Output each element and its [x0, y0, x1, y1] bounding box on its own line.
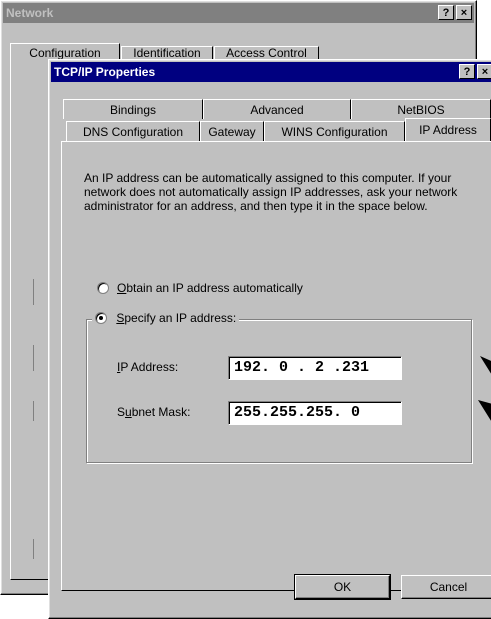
network-panel-edge — [33, 345, 36, 371]
specify-ip-caption: Specify an IP address: — [92, 311, 240, 325]
network-panel-edge — [33, 401, 36, 421]
tab-dns-configuration[interactable]: DNS Configuration — [66, 121, 200, 141]
specify-ip-radio[interactable] — [95, 311, 107, 324]
tcpip-titlebar: TCP/IP Properties ? × — [51, 62, 491, 82]
tab-netbios[interactable]: NetBIOS — [351, 99, 491, 119]
network-tab-panel — [10, 65, 50, 580]
tcpip-title: TCP/IP Properties — [54, 65, 156, 79]
ip-address-pointer-arrow-icon — [480, 356, 491, 374]
radio-dot-icon — [99, 315, 103, 320]
tab-ip-address[interactable]: IP Address — [405, 118, 491, 141]
specify-ip-groupbox — [86, 319, 472, 463]
ok-button[interactable]: OK — [294, 574, 391, 600]
ip-address-panel: An IP address can be automatically assig… — [61, 141, 491, 591]
obtain-ip-automatically-label[interactable]: Obtain an IP address automatically — [117, 281, 303, 295]
subnet-mask-field[interactable]: 255.255.255. 0 — [228, 401, 402, 425]
specify-ip-label[interactable]: Specify an IP address: — [116, 311, 236, 325]
tab-gateway[interactable]: Gateway — [200, 121, 264, 141]
tcpip-help-button[interactable]: ? — [459, 64, 475, 79]
tcpip-properties-dialog: TCP/IP Properties ? × Bindings Advanced … — [48, 59, 491, 619]
network-help-button[interactable]: ? — [438, 5, 454, 20]
subnet-mask-pointer-arrow-icon — [478, 400, 491, 421]
obtain-ip-automatically-radio[interactable] — [97, 282, 109, 294]
network-title: Network — [6, 6, 54, 20]
tab-bindings[interactable]: Bindings — [63, 99, 203, 119]
network-close-button[interactable]: × — [456, 5, 472, 20]
subnet-mask-label: Subnet Mask: — [117, 405, 191, 419]
ip-address-label: IP Address: — [117, 360, 179, 374]
network-panel-edge — [33, 279, 36, 305]
tab-advanced[interactable]: Advanced — [203, 99, 351, 119]
network-titlebar: Network ? × — [3, 3, 474, 23]
ip-address-field[interactable]: 192. 0 . 2 .231 — [228, 356, 402, 380]
network-panel-edge — [33, 539, 36, 559]
tcpip-close-button[interactable]: × — [477, 64, 491, 79]
description-text: An IP address can be automatically assig… — [84, 171, 458, 213]
cancel-button[interactable]: Cancel — [401, 575, 491, 599]
tab-wins-configuration[interactable]: WINS Configuration — [264, 121, 405, 141]
